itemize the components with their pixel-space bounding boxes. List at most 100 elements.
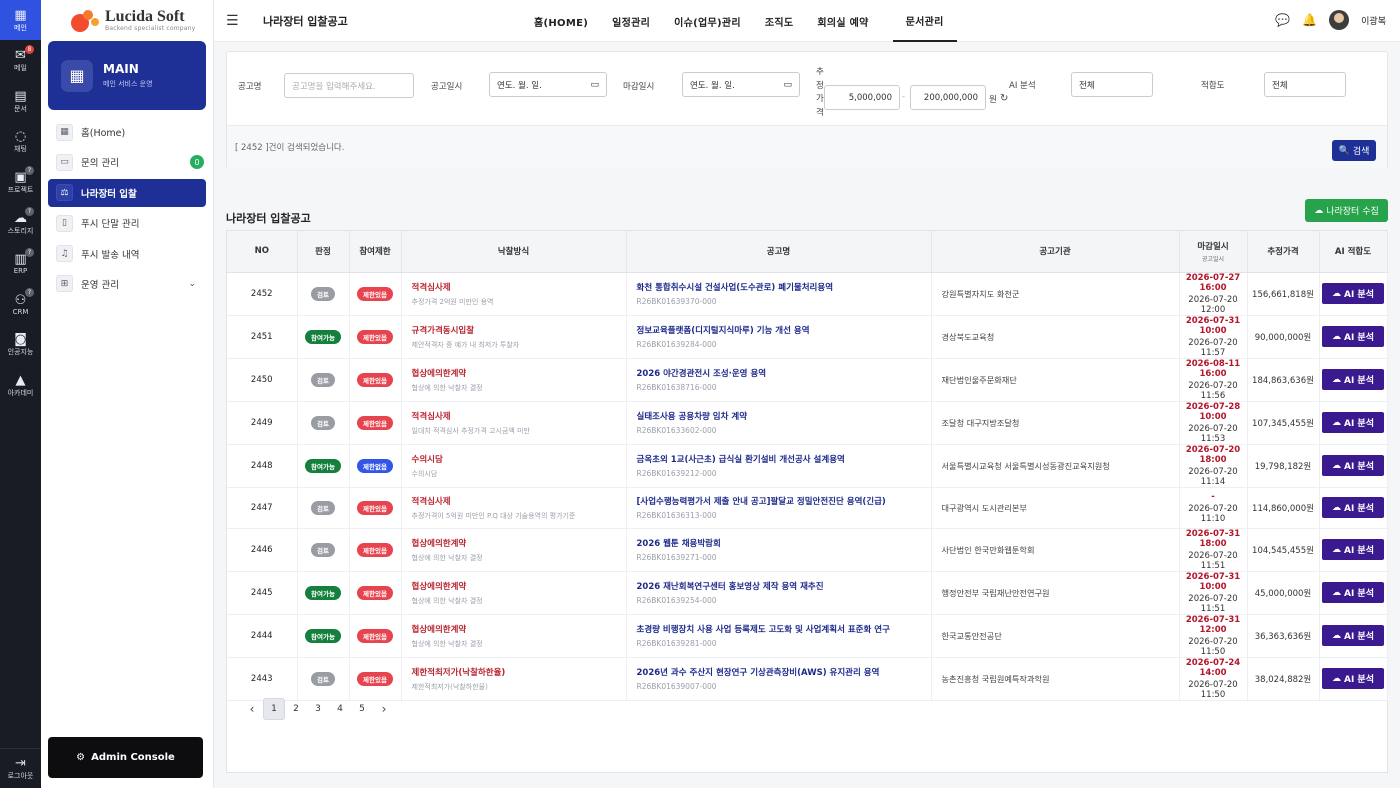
nav-item-0[interactable]: 홈(HOME) <box>534 0 588 42</box>
rail-item-5[interactable]: ☁ 스토리지? <box>0 203 41 243</box>
search-button[interactable]: 🔍 검색 <box>1332 140 1376 161</box>
cell-name: 2026 웹툰 채용박람회 R26BK01639271-000 <box>626 528 932 572</box>
cell-no: 2451 <box>227 315 298 359</box>
deadline-input[interactable]: 연도. 월. 일. ▭ <box>682 72 800 97</box>
collect-button[interactable]: ☁ 나라장터 수집 <box>1305 199 1388 222</box>
logout-button[interactable]: ⇥ 로그아웃 <box>0 748 41 788</box>
nav-item-1[interactable]: 일정관리 <box>612 0 650 42</box>
table-row[interactable]: 2449 검토 제한있음 적격심사제 일대치 적격심사 추정가격 고시금액 미만 실태조사… <box>227 401 1388 445</box>
nav-item-3[interactable]: 조직도 <box>765 0 794 42</box>
page-button[interactable]: 5 <box>351 698 373 720</box>
limit-badge: 제한있음 <box>357 500 393 515</box>
table-row[interactable]: 2451 참여가능 제한있음 규격가격동시입찰 제안적격자 중 예가 내 최저가 투찰자… <box>227 315 1388 359</box>
next-page-icon[interactable]: › <box>373 698 395 720</box>
bid-name-link[interactable]: [사업수행능력평가서 제출 안내 공고]팔달교 정밀안전진단 용역(긴급) <box>637 495 931 507</box>
price-min-input[interactable]: 5,000,000 <box>824 85 900 110</box>
table-row[interactable]: 2444 참여가능 제한있음 협상에의한계약 협상에 의한 낙찰자 결정 초경량 비행장치… <box>227 614 1388 658</box>
bid-name-link[interactable]: 정보교육플랫폼(디지털지식마루) 기능 개선 용역 <box>637 324 931 336</box>
table-row[interactable]: 2446 검토 제한있음 협상에의한계약 협상에 의한 낙찰자 결정 2026 웹툰 채용… <box>227 528 1388 572</box>
user-name[interactable]: 이광복 <box>1361 14 1386 27</box>
col-deadline: 마감일시 공고일시 <box>1179 231 1248 273</box>
avatar[interactable] <box>1329 10 1350 30</box>
chevron-down-icon: ⌄ <box>188 278 196 289</box>
reset-icon[interactable]: ↻ <box>1000 93 1008 104</box>
cell-deadline: 2026-07-31 12:00 2026-07-20 11:50 <box>1179 614 1248 658</box>
table-header-row: NO 판정 참여제한 낙찰방식 공고명 공고기관 마감일시 공고일시 추정가격 A… <box>227 231 1388 273</box>
org-name: 사단법인 한국만화웹툰학회 <box>941 544 1035 555</box>
menu-item-push-device[interactable]: ▯ 푸시 단말 관리 <box>48 209 206 237</box>
page-button[interactable]: 1 <box>263 698 285 720</box>
ai-select[interactable]: 전체 <box>1071 72 1153 97</box>
rail-item-7[interactable]: ⚇ CRM? <box>0 284 41 324</box>
table-row[interactable]: 2443 검토 제한있음 제한적최저가(낙찰하한율) 제한적최저가(낙찰하한율) 2026… <box>227 657 1388 701</box>
cell-price: 36,363,636원 <box>1247 614 1320 658</box>
ai-analyze-button[interactable]: ☁ AI 분석 <box>1322 539 1384 561</box>
posted-date-input[interactable]: 연도. 월. 일. ▭ <box>489 72 607 97</box>
rail-item-4[interactable]: ▣ 프로젝트? <box>0 162 41 202</box>
bell-icon[interactable]: 🔔 <box>1302 13 1317 27</box>
nav-item-4[interactable]: 회의실 예약 <box>817 0 868 42</box>
method-title: 협상에의한계약 <box>411 538 467 549</box>
deadline-value: 2026-07-31 12:00 <box>1185 614 1241 635</box>
page-button[interactable]: 4 <box>329 698 351 720</box>
table-row[interactable]: 2448 참여가능 제한없음 수의시담 수의시담 금옥초외 1교(사근초) 급식실 환기설… <box>227 444 1388 488</box>
ai-analyze-button[interactable]: ☁ AI 분석 <box>1322 497 1384 519</box>
rail-item-8[interactable]: ◙ 인공지능 <box>0 325 41 365</box>
table-row[interactable]: 2447 검토 제한있음 적격심사제 추정가격이 5억원 미만인 P.Q 대상 기술용역… <box>227 487 1388 529</box>
rail-item-9[interactable]: ▲ 아카데미 <box>0 365 41 405</box>
main-service-card[interactable]: ▦ MAIN 메인 서비스 운영 <box>48 41 206 110</box>
rail-item-3[interactable]: ◌ 채팅 <box>0 122 41 162</box>
logo[interactable]: Lucida Soft Backend specialist company <box>69 8 195 32</box>
menu-item-inquiry[interactable]: ▭ 문의 관리 0 <box>48 148 206 176</box>
bid-name-link[interactable]: 2026 야간경관전시 조성·운영 용역 <box>637 367 931 379</box>
ai-analyze-button[interactable]: ☁ AI 분석 <box>1322 283 1384 304</box>
bid-name-link[interactable]: 2026 웹툰 채용박람회 <box>637 537 931 549</box>
menu-item-home[interactable]: ▦ 홈(Home) <box>48 118 206 146</box>
menu-item-operations[interactable]: ⊞ 운영 관리 ⌄ <box>48 270 206 298</box>
prev-page-icon[interactable]: ‹ <box>241 698 263 720</box>
chat-icon[interactable]: 💬 <box>1275 13 1290 27</box>
gavel-icon: ⚖ <box>56 184 73 202</box>
cell-judge: 참여가능 <box>297 614 350 658</box>
rail-item-6[interactable]: ▥ ERP? <box>0 244 41 284</box>
ai-analyze-button[interactable]: ☁ AI 분석 <box>1322 369 1384 390</box>
menu-toggle-icon[interactable]: ☰ <box>226 13 239 29</box>
name-input[interactable]: 공고명을 입력해주세요. <box>284 73 414 98</box>
ai-analyze-button[interactable]: ☁ AI 분석 <box>1322 625 1384 647</box>
page-button[interactable]: 2 <box>285 698 307 720</box>
cloud-icon: ☁ <box>1331 288 1341 299</box>
bid-name-link[interactable]: 실태조사용 공용차량 임차 계약 <box>637 410 931 422</box>
rail-item-2[interactable]: ▤ 문서 <box>0 81 41 121</box>
cell-price: 156,661,818원 <box>1247 272 1320 316</box>
ai-analyze-button[interactable]: ☁ AI 분석 <box>1322 668 1384 690</box>
rail-item-0[interactable]: ▦ 메인 <box>0 0 41 40</box>
cell-name: 화천 통합취수시설 건설사업(도수관로) 폐기물처리용역 R26BK0163937… <box>626 272 932 316</box>
bid-name-link[interactable]: 2026 재난회복연구센터 홍보영상 제작 용역 재추진 <box>637 580 931 592</box>
bid-name-link[interactable]: 금옥초외 1교(사근초) 급식실 환기설비 개선공사 설계용역 <box>637 453 931 465</box>
bid-name-link[interactable]: 2026년 과수 주산지 현장연구 기상관측장비(AWS) 유지관리 용역 <box>637 666 931 678</box>
ai-analyze-button[interactable]: ☁ AI 분석 <box>1322 326 1384 347</box>
ai-analyze-button[interactable]: ☁ AI 분석 <box>1322 412 1384 433</box>
nav-item-5[interactable]: 문서관리 <box>892 0 957 42</box>
cell-deadline: 2026-07-31 10:00 2026-07-20 11:51 <box>1179 571 1248 615</box>
rail-item-1[interactable]: ✉ 메일 8 <box>0 41 41 81</box>
ai-analyze-button[interactable]: ☁ AI 분석 <box>1322 455 1384 476</box>
cell-ai: ☁ AI 분석 <box>1319 614 1388 658</box>
price-max-input[interactable]: 200,000,000 <box>910 85 986 110</box>
bid-name-link[interactable]: 화천 통합취수시설 건설사업(도수관로) 폐기물처리용역 <box>637 281 931 293</box>
org-name: 강원특별자치도 화천군 <box>941 288 1020 299</box>
admin-console-button[interactable]: ⚙ Admin Console <box>48 737 203 778</box>
ai-analyze-button[interactable]: ☁ AI 분석 <box>1322 582 1384 604</box>
table-row[interactable]: 2445 참여가능 제한있음 협상에의한계약 협상에 의한 낙찰자 결정 2026 재난회… <box>227 571 1388 615</box>
rail-item-label: 채팅 <box>14 145 27 154</box>
page-button[interactable]: 3 <box>307 698 329 720</box>
menu-item-bid[interactable]: ⚖ 나라장터 입찰 <box>48 178 206 207</box>
menu-item-push-history[interactable]: ♫ 푸시 발송 내역 <box>48 240 206 268</box>
grid-icon: ▦ <box>14 7 27 23</box>
table-row[interactable]: 2450 검토 제한있음 협상에의한계약 협상에 의한 낙찰자 결정 2026 야간경관전… <box>227 358 1388 402</box>
cell-no: 2443 <box>227 657 298 701</box>
fit-select[interactable]: 전체 <box>1264 72 1346 97</box>
table-row[interactable]: 2452 검토 제한있음 적격심사제 추정가격 2억원 미만인 용역 화천 통합취수시설 … <box>227 272 1388 316</box>
nav-item-2[interactable]: 이슈(업무)관리 <box>674 0 741 42</box>
bid-name-link[interactable]: 초경량 비행장치 사용 사업 등록제도 고도화 및 사업계획서 표준화 연구 <box>637 623 931 635</box>
